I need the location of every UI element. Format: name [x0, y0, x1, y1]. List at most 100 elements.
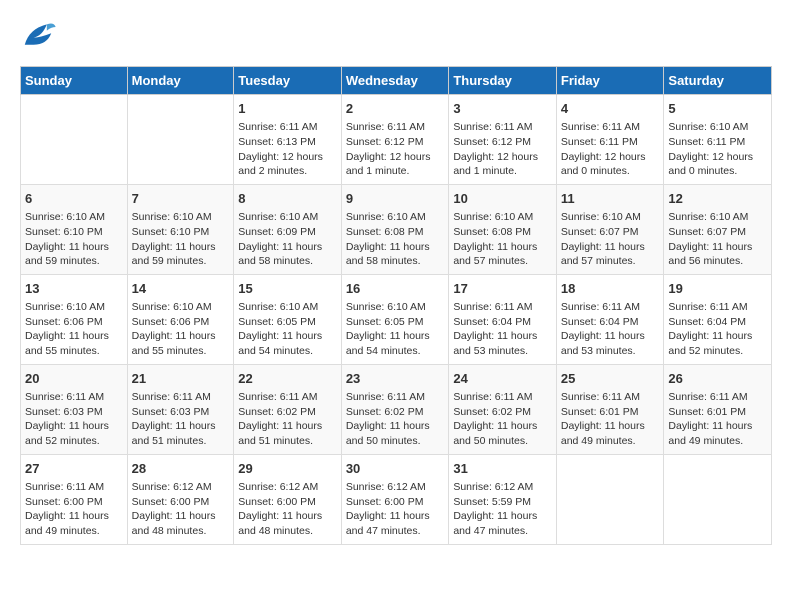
sunrise-text: Sunrise: 6:10 AM	[668, 210, 767, 225]
week-row-3: 13 Sunrise: 6:10 AM Sunset: 6:06 PM Dayligh…	[21, 274, 772, 364]
sunset-text: Sunset: 6:02 PM	[453, 405, 552, 420]
calendar-cell: 12Sunrise: 6:10 AMSunset: 6:07 PMDayligh…	[664, 184, 772, 274]
sunset-text: Sunset: 5:59 PM	[453, 495, 552, 510]
calendar-cell: 4Sunrise: 6:11 AMSunset: 6:11 PMDaylight…	[556, 95, 664, 185]
daylight-hours: Daylight: 12 hours	[346, 150, 445, 165]
daylight-hours: Daylight: 11 hours	[668, 240, 767, 255]
weekday-header-row: SundayMondayTuesdayWednesdayThursdayFrid…	[21, 67, 772, 95]
calendar-cell: 3Sunrise: 6:11 AMSunset: 6:12 PMDaylight…	[449, 95, 557, 185]
day-number: 11	[561, 190, 660, 208]
calendar-cell: 10Sunrise: 6:10 AMSunset: 6:08 PMDayligh…	[449, 184, 557, 274]
day-number: 15	[238, 280, 337, 298]
sunrise-text: Sunrise: 6:11 AM	[668, 300, 767, 315]
sunrise-text: Sunrise: 6:11 AM	[668, 390, 767, 405]
sunset-text: Sunset: 6:01 PM	[668, 405, 767, 420]
sunset-text: Sunset: 6:00 PM	[25, 495, 123, 510]
daylight-hours: Daylight: 11 hours	[25, 509, 123, 524]
daylight-minutes: and 59 minutes.	[132, 254, 230, 269]
sunset-text: Sunset: 6:10 PM	[25, 225, 123, 240]
daylight-minutes: and 2 minutes.	[238, 164, 337, 179]
sunrise-text: Sunrise: 6:11 AM	[561, 390, 660, 405]
calendar-cell	[21, 95, 128, 185]
day-number: 21	[132, 370, 230, 388]
calendar-cell: 1Sunrise: 6:11 AMSunset: 6:13 PMDaylight…	[234, 95, 342, 185]
day-number: 13	[25, 280, 123, 298]
daylight-minutes: and 57 minutes.	[561, 254, 660, 269]
weekday-header-sunday: Sunday	[21, 67, 128, 95]
daylight-minutes: and 58 minutes.	[238, 254, 337, 269]
daylight-hours: Daylight: 11 hours	[25, 419, 123, 434]
daylight-minutes: and 48 minutes.	[132, 524, 230, 539]
weekday-header-thursday: Thursday	[449, 67, 557, 95]
day-number: 5	[668, 100, 767, 118]
calendar-cell: 18Sunrise: 6:11 AMSunset: 6:04 PMDayligh…	[556, 274, 664, 364]
daylight-minutes: and 52 minutes.	[668, 344, 767, 359]
daylight-minutes: and 58 minutes.	[346, 254, 445, 269]
sunset-text: Sunset: 6:13 PM	[238, 135, 337, 150]
daylight-hours: Daylight: 11 hours	[25, 240, 123, 255]
daylight-hours: Daylight: 12 hours	[561, 150, 660, 165]
sunrise-text: Sunrise: 6:11 AM	[25, 390, 123, 405]
sunset-text: Sunset: 6:12 PM	[346, 135, 445, 150]
sunset-text: Sunset: 6:11 PM	[561, 135, 660, 150]
daylight-minutes: and 49 minutes.	[561, 434, 660, 449]
weekday-header-saturday: Saturday	[664, 67, 772, 95]
sunrise-text: Sunrise: 6:11 AM	[453, 300, 552, 315]
sunrise-text: Sunrise: 6:12 AM	[346, 480, 445, 495]
daylight-hours: Daylight: 11 hours	[561, 419, 660, 434]
calendar-cell: 24Sunrise: 6:11 AMSunset: 6:02 PMDayligh…	[449, 364, 557, 454]
daylight-hours: Daylight: 11 hours	[132, 509, 230, 524]
day-number: 10	[453, 190, 552, 208]
sunrise-text: Sunrise: 6:11 AM	[453, 120, 552, 135]
daylight-hours: Daylight: 11 hours	[346, 329, 445, 344]
daylight-hours: Daylight: 12 hours	[238, 150, 337, 165]
calendar-cell: 2Sunrise: 6:11 AMSunset: 6:12 PMDaylight…	[341, 95, 449, 185]
day-number: 29	[238, 460, 337, 478]
daylight-hours: Daylight: 11 hours	[132, 419, 230, 434]
week-row-2: 6Sunrise: 6:10 AMSunset: 6:10 PMDaylight…	[21, 184, 772, 274]
sunset-text: Sunset: 6:04 PM	[453, 315, 552, 330]
day-number: 9	[346, 190, 445, 208]
daylight-minutes: and 47 minutes.	[346, 524, 445, 539]
calendar-cell: 30Sunrise: 6:12 AMSunset: 6:00 PMDayligh…	[341, 454, 449, 544]
daylight-minutes: and 50 minutes.	[346, 434, 445, 449]
daylight-minutes: and 51 minutes.	[238, 434, 337, 449]
sunrise-text: Sunrise: 6:11 AM	[132, 390, 230, 405]
day-number: 22	[238, 370, 337, 388]
week-row-4: 20Sunrise: 6:11 AMSunset: 6:03 PMDayligh…	[21, 364, 772, 454]
sunset-text: Sunset: 6:02 PM	[346, 405, 445, 420]
daylight-minutes: and 59 minutes.	[25, 254, 123, 269]
sunset-text: Sunset: 6:07 PM	[561, 225, 660, 240]
daylight-minutes: and 53 minutes.	[453, 344, 552, 359]
sunrise-text: Sunrise: 6:11 AM	[561, 300, 660, 315]
calendar-cell: 31Sunrise: 6:12 AMSunset: 5:59 PMDayligh…	[449, 454, 557, 544]
day-number: 31	[453, 460, 552, 478]
daylight-hours: Daylight: 12 hours	[453, 150, 552, 165]
daylight-hours: Daylight: 11 hours	[453, 329, 552, 344]
sunrise-text: Sunrise: 6:11 AM	[238, 120, 337, 135]
sunrise-text: Sunrise: 6:10 AM	[132, 210, 230, 225]
week-row-5: 27Sunrise: 6:11 AMSunset: 6:00 PMDayligh…	[21, 454, 772, 544]
daylight-minutes: and 57 minutes.	[453, 254, 552, 269]
sunrise-text: Sunrise: 6:11 AM	[25, 480, 123, 495]
week-row-1: 1Sunrise: 6:11 AMSunset: 6:13 PMDaylight…	[21, 95, 772, 185]
daylight-minutes: and 50 minutes.	[453, 434, 552, 449]
sunset-text: Sunset: 6:05 PM	[238, 315, 337, 330]
calendar-cell: 9Sunrise: 6:10 AMSunset: 6:08 PMDaylight…	[341, 184, 449, 274]
calendar-cell	[556, 454, 664, 544]
calendar-table: SundayMondayTuesdayWednesdayThursdayFrid…	[20, 66, 772, 545]
daylight-minutes: and 0 minutes.	[668, 164, 767, 179]
sunrise-text: Sunrise: 6:11 AM	[561, 120, 660, 135]
daylight-hours: Daylight: 11 hours	[238, 419, 337, 434]
day-number: 20	[25, 370, 123, 388]
sunrise-text: Sunrise: 6:10 AM	[238, 300, 337, 315]
sunset-text: Sunset: 6:09 PM	[238, 225, 337, 240]
calendar-cell: 25Sunrise: 6:11 AMSunset: 6:01 PMDayligh…	[556, 364, 664, 454]
calendar-cell: 14Sunrise: 6:10 AMSunset: 6:06 PMDayligh…	[127, 274, 234, 364]
daylight-hours: Daylight: 11 hours	[346, 240, 445, 255]
sunset-text: Sunset: 6:06 PM	[25, 315, 123, 330]
sunset-text: Sunset: 6:04 PM	[668, 315, 767, 330]
day-number: 2	[346, 100, 445, 118]
daylight-hours: Daylight: 11 hours	[238, 509, 337, 524]
sunrise-text: Sunrise: 6:12 AM	[132, 480, 230, 495]
